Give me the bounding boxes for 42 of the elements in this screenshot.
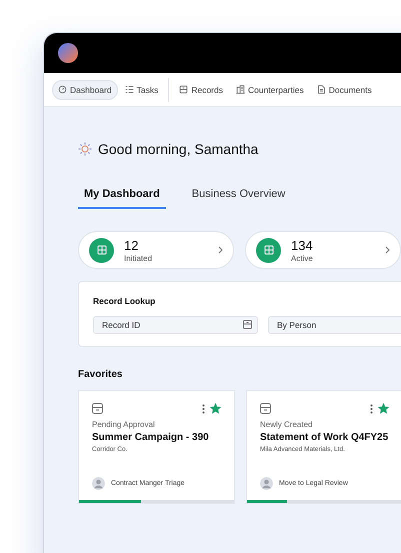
card-status: Newly Created	[260, 420, 314, 429]
more-icon[interactable]	[370, 404, 373, 414]
star-icon[interactable]	[210, 403, 221, 414]
stat-label: Initiated	[124, 254, 154, 262]
input-field[interactable]: By Person	[268, 316, 401, 334]
archive-icon	[92, 403, 103, 414]
app-logo[interactable]	[58, 43, 78, 63]
section-title: Favorites	[78, 369, 124, 380]
view-tab[interactable]: Business Overview	[186, 187, 292, 209]
star-icon[interactable]	[378, 403, 389, 414]
sun-icon	[78, 142, 92, 156]
nav-tab[interactable]: Tasks	[118, 80, 164, 100]
calendar-icon	[243, 320, 252, 329]
document-icon	[316, 85, 326, 94]
tasks-icon	[124, 85, 134, 94]
nav-tab[interactable]: Dashboard	[52, 80, 118, 100]
grid-icon	[256, 238, 281, 262]
avatar-icon	[260, 477, 273, 490]
avatar-icon	[92, 477, 105, 490]
chevron-icon	[218, 246, 223, 254]
stat-card[interactable]: 134 Active	[245, 231, 401, 269]
nav-tab[interactable]: Documents	[310, 80, 378, 100]
stat-card[interactable]: 12 Initiated	[78, 231, 234, 269]
more-icon[interactable]	[202, 404, 205, 414]
dashboard-icon	[58, 85, 67, 94]
card-title: Record Lookup	[93, 296, 156, 306]
view-tab[interactable]: My Dashboard	[78, 187, 166, 209]
card-title: Statement of Work Q4FY25	[260, 432, 389, 443]
building-icon	[236, 85, 245, 94]
stat-value: 134	[291, 238, 314, 252]
card-status: Pending Approval	[92, 420, 156, 429]
nav-tab[interactable]: Counterparties	[230, 80, 310, 100]
records-icon	[179, 85, 188, 94]
grid-icon	[89, 238, 114, 262]
nav-tab[interactable]: Records	[173, 80, 229, 100]
stat-label: Active	[291, 254, 314, 262]
input-field[interactable]: Record ID	[93, 316, 258, 334]
greeting: Good morning, Samantha	[98, 141, 258, 157]
chevron-icon	[385, 246, 390, 254]
card-title: Summer Campaign - 390	[92, 432, 210, 443]
stat-value: 12	[124, 238, 140, 252]
archive-icon	[260, 403, 271, 414]
